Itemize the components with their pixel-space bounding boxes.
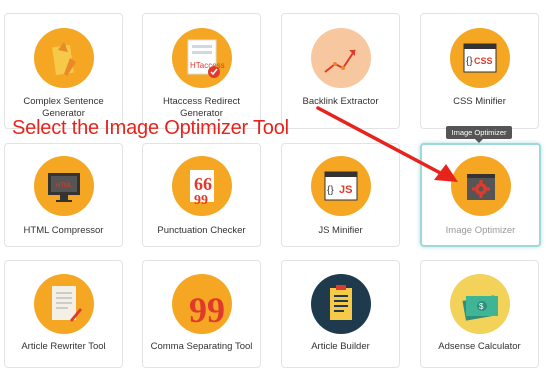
image-optimizer-tooltip: Image Optimizer (446, 126, 512, 143)
red-arrow-icon (316, 106, 458, 182)
